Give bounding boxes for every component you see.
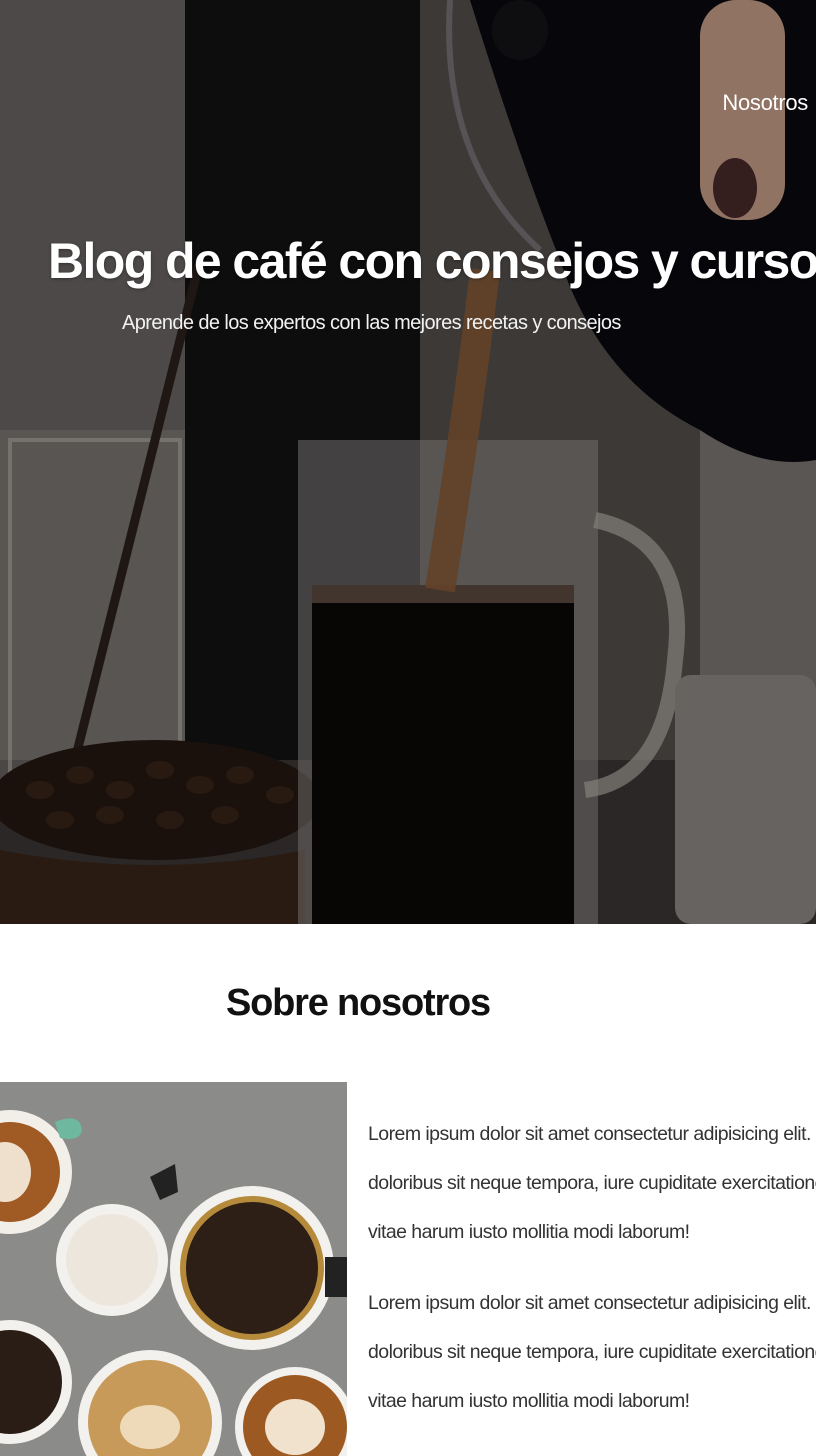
hero-subtitle: Aprende de los expertos con las mejores … — [122, 312, 621, 334]
hero-section: Nosotros Blog de café con consejos y cur… — [0, 0, 816, 924]
hero-overlay — [0, 0, 816, 924]
coffee-cups-image — [0, 1082, 347, 1456]
hero-title: Blog de café con consejos y cursos — [48, 233, 816, 289]
about-paragraph-2: Lorem ipsum dolor sit amet consectetur a… — [368, 1292, 816, 1412]
about-paragraph-1: Lorem ipsum dolor sit amet consectetur a… — [368, 1123, 816, 1243]
about-section-title: Sobre nosotros — [225, 982, 491, 1024]
about-text-block: Lorem ipsum dolor sit amet consectetur a… — [368, 1110, 816, 1448]
nav-link-nosotros[interactable]: Nosotros — [722, 90, 808, 116]
